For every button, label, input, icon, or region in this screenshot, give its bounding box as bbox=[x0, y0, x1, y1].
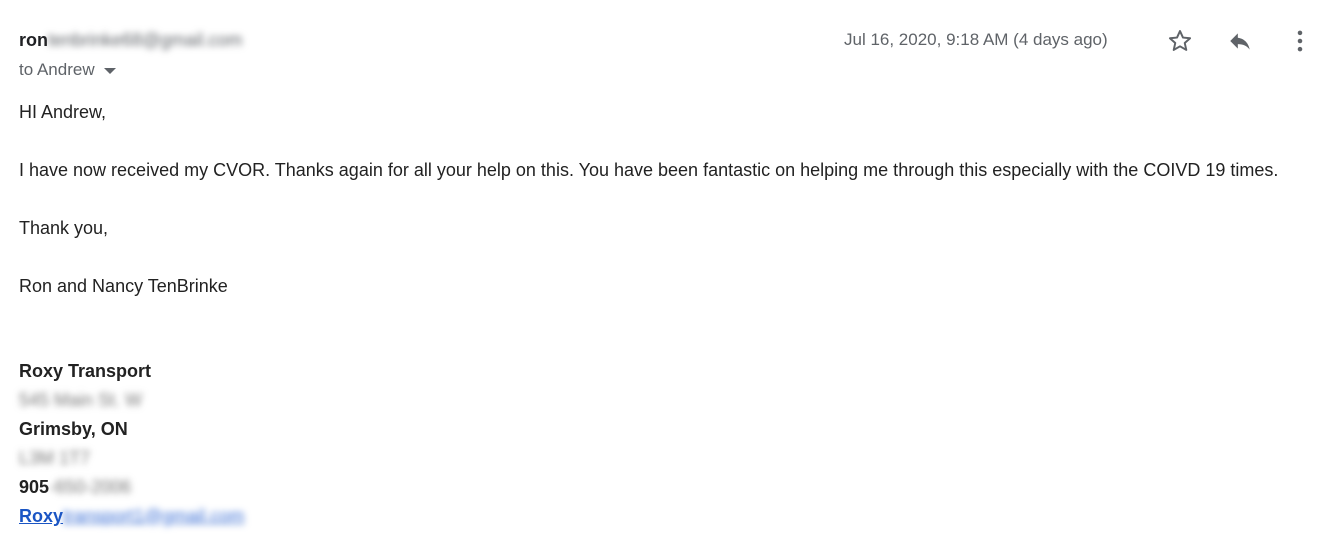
signature-phone-rest: -650-2006 bbox=[49, 477, 132, 497]
signature-phone-prefix: 905 bbox=[19, 477, 50, 497]
sender-email[interactable]: tenbrinke68@gmail.com bbox=[48, 30, 242, 50]
signature-company: Roxy Transport bbox=[19, 361, 152, 381]
signature-email-row: Roxytransport1@gmail.com bbox=[19, 502, 244, 531]
email-date: Jul 16, 2020, 9:18 AM (4 days ago) bbox=[844, 30, 1108, 49]
star-icon bbox=[1168, 30, 1192, 51]
body-paragraph: I have now received my CVOR. Thanks agai… bbox=[19, 160, 1279, 180]
signature-email-prefix[interactable]: Roxy bbox=[19, 506, 63, 526]
more-vertical-icon bbox=[1297, 30, 1303, 52]
signature-city: Grimsby, ON bbox=[19, 419, 128, 439]
closing: Thank you, bbox=[19, 218, 109, 238]
reply-button[interactable] bbox=[1225, 26, 1255, 56]
signature-phone: 905-650-2006 bbox=[19, 473, 244, 502]
star-button[interactable] bbox=[1165, 26, 1195, 56]
signature: Roxy Transport 545 Main St. W Grimsby, O… bbox=[19, 357, 244, 531]
sender-name[interactable]: ron bbox=[19, 30, 48, 50]
recipient-row: to Andrew bbox=[19, 58, 116, 82]
reply-icon bbox=[1230, 33, 1250, 50]
greeting: HI Andrew, bbox=[19, 102, 107, 122]
email-header: rontenbrinke68@gmail.com to Andrew Jul 1… bbox=[19, 28, 1326, 88]
signature-street: 545 Main St. W bbox=[19, 390, 143, 410]
email-body: HI Andrew, I have now received my CVOR. … bbox=[19, 98, 1314, 330]
recipient-label: to Andrew bbox=[19, 60, 95, 79]
sign-off: Ron and Nancy TenBrinke bbox=[19, 276, 228, 296]
signature-email-rest[interactable]: transport1@gmail.com bbox=[63, 506, 244, 526]
signature-postal-code: L3M 1T7 bbox=[19, 448, 91, 468]
signature-email-link[interactable]: Roxytransport1@gmail.com bbox=[19, 506, 244, 526]
more-options-button[interactable] bbox=[1285, 26, 1315, 56]
sender[interactable]: rontenbrinke68@gmail.com bbox=[19, 28, 242, 52]
caret-down-icon[interactable] bbox=[103, 67, 116, 74]
